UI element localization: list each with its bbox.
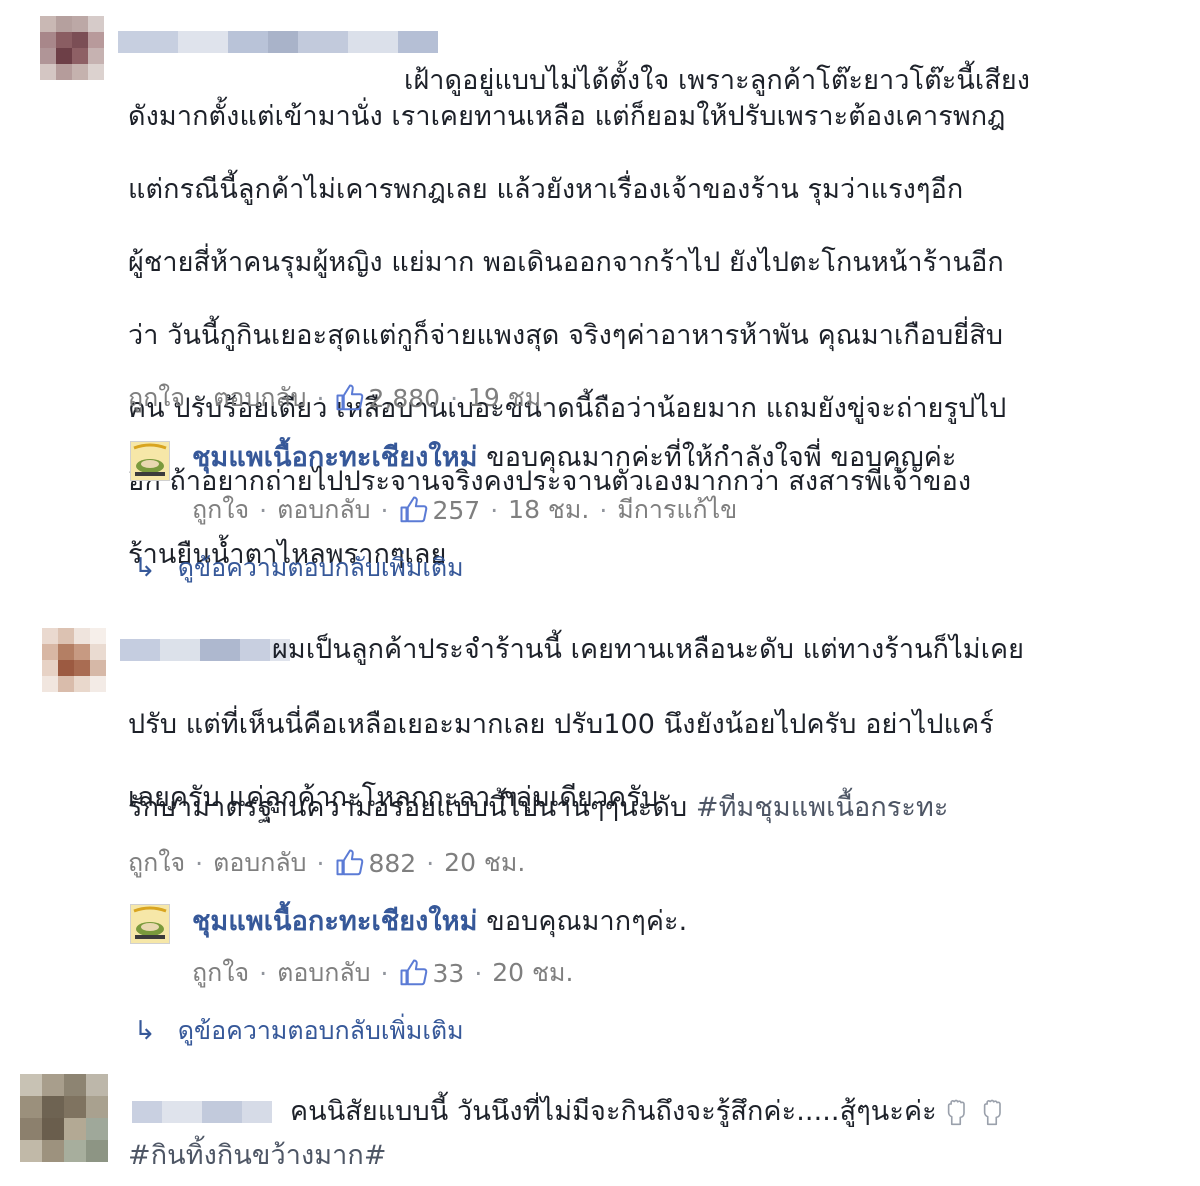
comment-text: คนนิสัยแบบนี้ วันนึงที่ไม่มีจะกินถึงจะรู… [290, 1094, 1170, 1131]
hashtag-link[interactable]: #กินทิ้งกินขว้างมาก# [128, 1140, 387, 1171]
commenter-name-blurred[interactable] [132, 1100, 272, 1124]
fist-emoji-icon [947, 1099, 965, 1125]
comment-hashtag: #กินทิ้งกินขว้างมาก# [128, 1138, 1168, 1175]
comment-3: คนนิสัยแบบนี้ วันนึงที่ไม่มีจะกินถึงจะรู… [0, 0, 1200, 1186]
fist-emoji-icon [983, 1099, 1001, 1125]
comment-thread: เฝ้าดูอยู่แบบไม่ได้ตั้งใจ เพราะลูกค้าโต๊… [0, 0, 1200, 1186]
commenter-avatar[interactable] [20, 1074, 108, 1162]
